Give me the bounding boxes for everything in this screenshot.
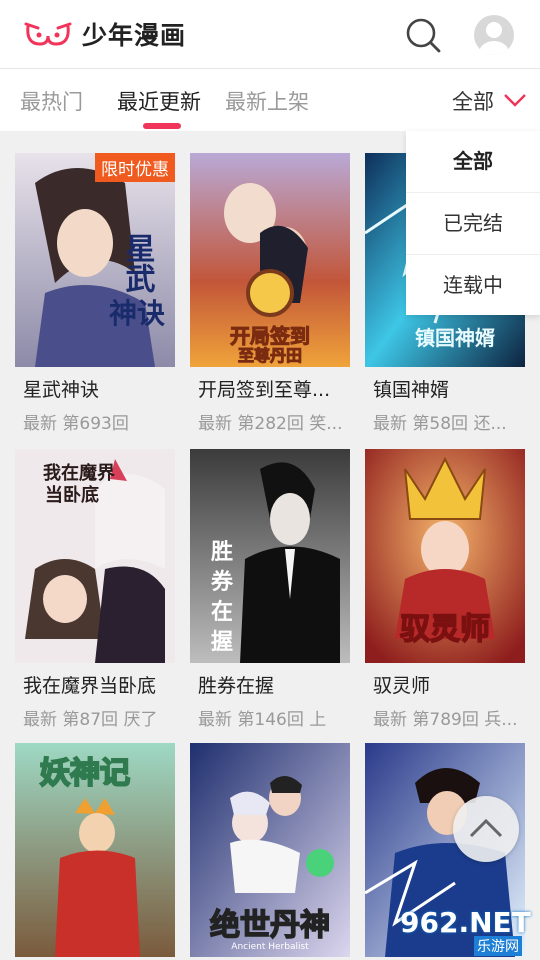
comic-card[interactable]: 开局签到 至尊丹田 开局签到至尊... 最新 第282回 笑... [190, 153, 350, 443]
chevron-up-icon [469, 818, 503, 838]
active-tab-indicator [143, 123, 181, 129]
comic-title: 星武神诀 [23, 379, 100, 401]
comic-cover[interactable]: 妖神记 [15, 743, 175, 957]
comic-cover[interactable]: 胜 券 在 握 [190, 449, 350, 663]
comic-cover[interactable]: 开局签到 至尊丹田 [190, 153, 350, 367]
comic-cover[interactable]: 驭灵师 [365, 449, 525, 663]
tab-hottest[interactable]: 最热门 [20, 86, 83, 116]
svg-text:我在魔界: 我在魔界 [43, 462, 115, 484]
comic-card[interactable]: 驭灵师 驭灵师 最新 第789回 兵... [365, 449, 525, 739]
search-icon[interactable] [404, 16, 442, 54]
watermark-sub: 乐游网 [474, 936, 522, 956]
comic-title: 开局签到至尊... [198, 379, 331, 401]
comic-card[interactable]: 绝世丹神 Ancient Herbalist [190, 743, 350, 960]
watermark-brand: 962.NET [400, 906, 531, 939]
comic-title: 驭灵师 [373, 675, 431, 697]
comic-card[interactable]: 我在魔界 当卧底 我在魔界当卧底 最新 第87回 厌了 [15, 449, 175, 739]
app-logo-icon [24, 22, 72, 46]
filter-option-completed[interactable]: 已完结 [406, 193, 540, 255]
svg-text:开局签到: 开局签到 [230, 324, 310, 348]
filter-menu: 全部 已完结 连载中 [406, 131, 540, 315]
comic-latest-chapter: 最新 第282回 笑... [198, 414, 343, 434]
svg-text:神诀: 神诀 [109, 297, 165, 330]
filter-dropdown[interactable]: 全部 [452, 86, 494, 116]
svg-text:至尊丹田: 至尊丹田 [238, 346, 302, 365]
scroll-to-top-button[interactable] [453, 796, 519, 862]
svg-text:镇国神婿: 镇国神婿 [415, 326, 495, 350]
svg-text:券: 券 [210, 569, 234, 595]
comic-cover[interactable]: 绝世丹神 Ancient Herbalist [190, 743, 350, 957]
comic-latest-chapter: 最新 第58回 还... [373, 414, 507, 434]
watermark-logo: 962.NET 乐游网 [400, 906, 540, 960]
comic-latest-chapter: 最新 第87回 厌了 [23, 710, 158, 730]
promo-badge: 限时优惠 [95, 153, 175, 182]
comic-title: 胜券在握 [198, 675, 275, 697]
svg-text:绝世丹神: 绝世丹神 [210, 908, 330, 943]
svg-text:胜: 胜 [211, 540, 233, 565]
svg-text:驭灵师: 驭灵师 [400, 612, 490, 647]
svg-text:在: 在 [211, 599, 233, 625]
tab-recent-updates[interactable]: 最近更新 [117, 86, 201, 116]
comic-latest-chapter: 最新 第146回 上 [198, 710, 327, 730]
chevron-down-icon[interactable] [503, 93, 527, 107]
page-title: 少年漫画 [82, 21, 187, 50]
filter-option-all[interactable]: 全部 [406, 131, 540, 193]
avatar[interactable] [474, 15, 514, 55]
comic-card[interactable]: 胜 券 在 握 胜券在握 最新 第146回 上 [190, 449, 350, 739]
svg-text:当卧底: 当卧底 [45, 484, 99, 506]
comic-card[interactable]: 妖神记 [15, 743, 175, 960]
comic-title: 我在魔界当卧底 [23, 675, 157, 697]
svg-text:星武: 星武 [120, 233, 156, 293]
filter-option-ongoing[interactable]: 连载中 [406, 255, 540, 316]
svg-text:握: 握 [211, 630, 233, 655]
comic-card[interactable]: 星武 神诀 限时优惠 星武神诀 最新 第693回 [15, 153, 175, 443]
comic-title: 镇国神婿 [373, 379, 450, 401]
comic-cover[interactable]: 星武 神诀 限时优惠 [15, 153, 175, 367]
tab-new-releases[interactable]: 最新上架 [225, 86, 309, 116]
comic-latest-chapter: 最新 第789回 兵... [373, 710, 518, 730]
app-header: 少年漫画 [0, 0, 540, 69]
svg-text:妖神记: 妖神记 [40, 756, 130, 791]
user-icon [479, 22, 509, 55]
comic-cover[interactable]: 我在魔界 当卧底 [15, 449, 175, 663]
cover-subtitle: Ancient Herbalist [231, 942, 309, 952]
comic-latest-chapter: 最新 第693回 [23, 414, 129, 434]
